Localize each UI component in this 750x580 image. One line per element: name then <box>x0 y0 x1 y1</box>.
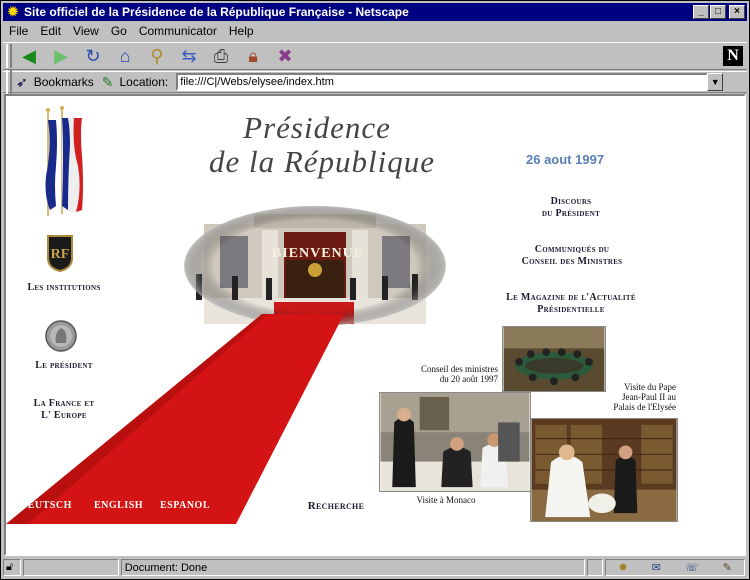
security-icon[interactable]: 🔒︎ <box>240 44 266 68</box>
menu-communicator[interactable]: Communicator <box>133 24 223 38</box>
netscape-app-icon[interactable]: ✹ <box>6 5 20 19</box>
french-flags-image <box>45 106 83 216</box>
caption-conseil-line1: Conseil des ministres <box>421 364 498 374</box>
current-date: 26 aout 1997 <box>526 152 605 167</box>
progress-bar <box>22 559 119 576</box>
bookmarks-label: Bookmarks <box>33 75 94 89</box>
stop-icon[interactable]: ✖ <box>272 44 298 68</box>
search-icon[interactable]: ⚲ <box>144 44 170 68</box>
reload-icon[interactable]: ↻ <box>80 44 106 68</box>
location-grip[interactable] <box>6 70 12 94</box>
menu-file[interactable]: File <box>3 24 34 38</box>
title-bar: ✹ Site officiel de la Présidence de la R… <box>3 3 747 21</box>
nav-discours-line2: du Président <box>541 208 601 219</box>
menu-bar: File Edit View Go Communicator Help <box>3 22 747 40</box>
bookmarks-button[interactable]: ➶ Bookmarks <box>16 74 94 91</box>
nav-magazine[interactable]: Le Magazine de l'Actualité Présidentiell… <box>476 292 666 316</box>
location-label: Location: <box>119 75 169 89</box>
caption-pape: Visite du Pape Jean-Paul II au Palais de… <box>596 382 676 412</box>
location-label-group: ✎ Location: <box>102 74 168 91</box>
caption-conseil-line2: du 20 août 1997 <box>439 374 498 384</box>
nav-recherche[interactable]: Recherche <box>296 500 376 512</box>
nav-discours-line1: Discours <box>550 196 592 207</box>
menu-help[interactable]: Help <box>223 24 260 38</box>
nav-discours[interactable]: Discours du Président <box>506 196 636 220</box>
menu-edit[interactable]: Edit <box>34 24 67 38</box>
title-line-1: Présidence <box>243 110 391 145</box>
caption-conseil: Conseil des ministres du 20 août 1997 <box>402 364 498 384</box>
nav-communiques-line2: Conseil des Ministres <box>521 256 623 267</box>
status-indicator <box>587 559 604 576</box>
lang-espanol[interactable]: ESPANOL <box>160 500 210 511</box>
lang-english[interactable]: ENGLISH <box>94 500 143 511</box>
title-line-2: de la République <box>208 144 436 179</box>
red-carpet-image <box>6 314 344 524</box>
svg-text:RF: RF <box>51 247 70 262</box>
browser-window: ✹ Site officiel de la Présidence de la R… <box>0 0 750 580</box>
guide-icon[interactable]: ⇆ <box>176 44 202 68</box>
site-logo-title: Présidence de la République <box>192 110 442 180</box>
status-text: Document: Done <box>120 559 586 576</box>
forward-icon[interactable]: ▶ <box>48 44 74 68</box>
nav-les-institutions[interactable]: Les institutions <box>14 282 114 294</box>
elysee-palace-image[interactable] <box>184 206 446 326</box>
close-button[interactable]: × <box>729 5 745 19</box>
caption-pape-line2: Jean-Paul II au <box>622 392 676 402</box>
menu-view[interactable]: View <box>67 24 105 38</box>
location-toolbar: ➶ Bookmarks ✎ Location: file:///C|/Webs/… <box>3 70 747 94</box>
back-icon[interactable]: ◀ <box>16 44 42 68</box>
caption-pape-line3: Palais de l'Elysée <box>613 402 676 412</box>
window-title: Site officiel de la Présidence de la Rép… <box>24 5 409 19</box>
page-proxy-icon[interactable]: ✎ <box>102 74 114 91</box>
component-bar: ✹ ✉ ☏ ✎ <box>605 559 745 576</box>
institutions-emblem-icon[interactable]: RF <box>46 234 74 272</box>
nav-communiques-line1: Communiqués du <box>534 244 610 255</box>
page-viewport: Présidence de la République 26 aout 1997… <box>4 94 746 556</box>
mail-icon[interactable]: ✉ <box>652 561 661 574</box>
minimize-button[interactable]: _ <box>693 5 709 19</box>
composer-icon[interactable]: ✎ <box>723 561 732 574</box>
print-icon[interactable]: ⎙ <box>208 44 234 68</box>
nav-communiques[interactable]: Communiqués du Conseil des Ministres <box>492 244 652 268</box>
discussion-icon[interactable]: ☏ <box>685 561 699 574</box>
caption-pape-line1: Visite du Pape <box>624 382 676 392</box>
navigator-icon[interactable]: ✹ <box>618 561 627 574</box>
nav-magazine-line1: Le Magazine de l'Actualité <box>506 292 636 303</box>
bookmarks-icon: ➶ <box>16 73 28 90</box>
bienvenue-banner: BIENVENUE <box>271 246 365 261</box>
navigation-toolbar: ◀ ▶ ↻ ⌂ ⚲ ⇆ ⎙ 🔒︎ ✖ N <box>3 42 747 70</box>
security-status-icon[interactable]: 🔓︎ <box>3 559 21 576</box>
visite-monaco-photo[interactable] <box>379 392 531 492</box>
netscape-logo[interactable]: N <box>723 46 743 66</box>
visite-pape-photo[interactable] <box>530 418 678 522</box>
home-icon[interactable]: ⌂ <box>112 44 138 68</box>
nav-magazine-line2: Présidentielle <box>537 304 605 315</box>
status-bar: 🔓︎ Document: Done ✹ ✉ ☏ ✎ <box>3 558 747 577</box>
conseil-ministres-photo[interactable] <box>502 326 606 392</box>
url-dropdown-button[interactable]: ▼ <box>707 73 724 91</box>
maximize-button[interactable]: □ <box>710 5 726 19</box>
menu-go[interactable]: Go <box>105 24 133 38</box>
caption-monaco: Visite à Monaco <box>416 495 476 505</box>
lang-deutsch[interactable]: DEUTSCH <box>20 500 72 511</box>
toolbar-grip[interactable] <box>6 44 12 68</box>
url-field[interactable]: file:///C|/Webs/elysee/index.htm <box>176 73 709 91</box>
